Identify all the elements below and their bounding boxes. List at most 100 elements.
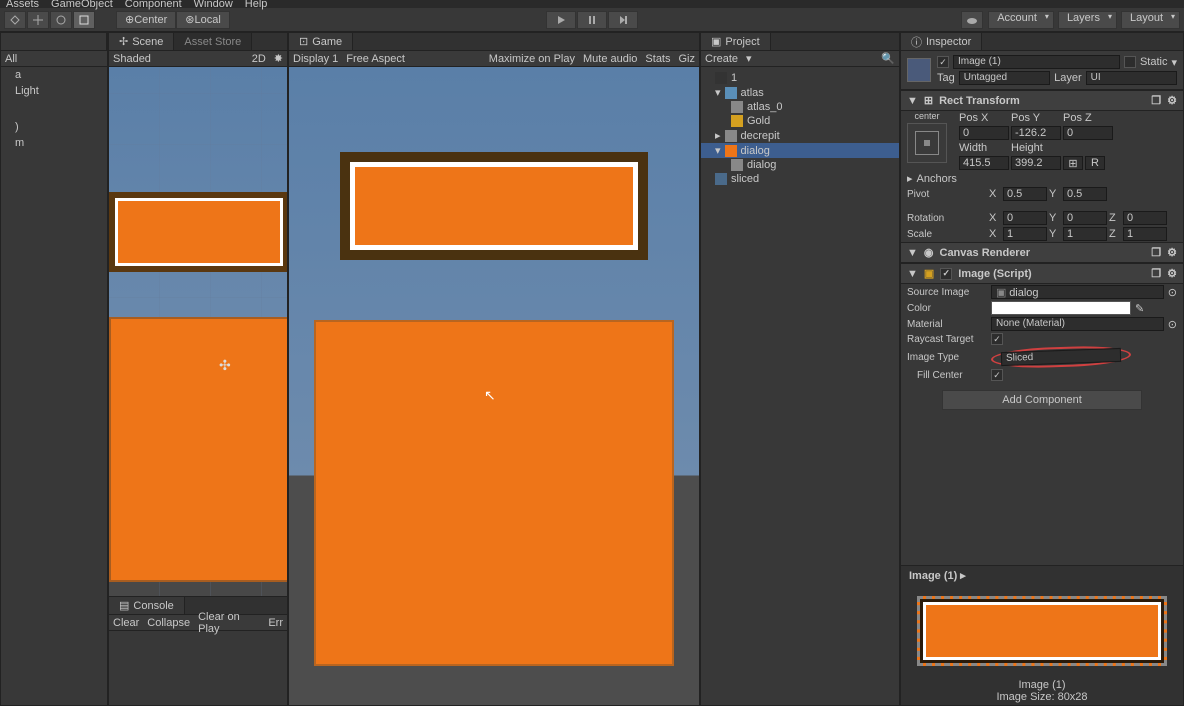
image-type-dropdown[interactable]: Sliced — [1001, 348, 1121, 366]
hierarchy-filter[interactable]: All — [5, 53, 17, 65]
rect-tool-button[interactable] — [73, 11, 95, 29]
raw-edit-button[interactable]: R — [1085, 156, 1105, 170]
name-field[interactable]: Image (1) — [953, 55, 1120, 69]
menu-window[interactable]: Window — [194, 0, 233, 10]
menu-gameobject[interactable]: GameObject — [51, 0, 113, 10]
image-script-header[interactable]: ▼▣Image (Script) ❐⚙ — [901, 263, 1183, 284]
rect-transform-header[interactable]: ▼⊞Rect Transform ❐⚙ — [901, 90, 1183, 111]
tree-item[interactable]: dialog — [701, 158, 899, 172]
pivot-center-button[interactable]: ⊕ Center — [116, 11, 176, 29]
layers-dropdown[interactable]: Layers — [1058, 11, 1117, 29]
tree-item[interactable]: 1 — [701, 71, 899, 85]
gear-icon[interactable]: ⚙ — [1167, 94, 1177, 107]
rot-z-field[interactable] — [1123, 211, 1167, 225]
gear-icon[interactable]: ⚙ — [1167, 267, 1177, 280]
add-component-button[interactable]: Add Component — [942, 390, 1142, 410]
scene-tab[interactable]: ✢Scene — [109, 33, 174, 50]
tree-item[interactable]: sliced — [701, 172, 899, 186]
help-icon[interactable]: ❐ — [1151, 267, 1161, 280]
aspect-dropdown[interactable]: Free Aspect — [346, 53, 405, 65]
static-checkbox[interactable] — [1124, 56, 1136, 68]
hierarchy-item[interactable]: ) — [1, 119, 107, 135]
width-field[interactable] — [959, 156, 1009, 170]
account-dropdown[interactable]: Account — [988, 11, 1054, 29]
cloud-button[interactable] — [961, 11, 983, 29]
material-field[interactable]: None (Material) — [991, 317, 1164, 331]
maximize-toggle[interactable]: Maximize on Play — [489, 53, 575, 65]
tree-item[interactable]: ▾dialog — [701, 143, 899, 158]
gameobject-icon[interactable] — [907, 58, 931, 82]
scene-object[interactable] — [109, 192, 287, 272]
2d-toggle[interactable]: 2D — [252, 53, 266, 65]
step-button[interactable] — [608, 11, 638, 29]
anchors-label[interactable]: Anchors — [917, 173, 957, 185]
search-icon[interactable]: 🔍 — [881, 52, 895, 65]
move-gizmo-icon[interactable]: ✣ — [219, 357, 231, 374]
hierarchy-item[interactable]: Light — [1, 83, 107, 99]
image-enabled-checkbox[interactable] — [940, 268, 952, 280]
tag-dropdown[interactable]: Untagged — [959, 71, 1050, 85]
menu-assets[interactable]: Assets — [6, 0, 39, 10]
scale-y-field[interactable] — [1063, 227, 1107, 241]
fill-center-checkbox[interactable] — [991, 369, 1003, 381]
posy-field[interactable] — [1011, 126, 1061, 140]
pivot-x-field[interactable] — [1003, 187, 1047, 201]
blueprint-button[interactable]: ⊞ — [1063, 156, 1083, 170]
game-tab[interactable]: ⊡Game — [289, 33, 353, 50]
move-tool-button[interactable] — [27, 11, 49, 29]
gear-icon[interactable]: ⚙ — [1167, 246, 1177, 259]
display-dropdown[interactable]: Display 1 — [293, 53, 338, 65]
gizmos-toggle[interactable]: Giz — [679, 53, 696, 65]
eyedropper-icon[interactable]: ✎ — [1135, 302, 1144, 315]
clear-button[interactable]: Clear — [113, 617, 139, 629]
mute-toggle[interactable]: Mute audio — [583, 53, 637, 65]
light-toggle[interactable]: ✸ — [274, 52, 283, 65]
layer-dropdown[interactable]: UI — [1086, 71, 1177, 85]
shaded-dropdown[interactable]: Shaded — [113, 53, 151, 65]
menu-help[interactable]: Help — [245, 0, 268, 10]
asset-store-tab[interactable]: Asset Store — [174, 33, 252, 50]
raycast-checkbox[interactable] — [991, 333, 1003, 345]
stats-toggle[interactable]: Stats — [645, 53, 670, 65]
pivot-local-button[interactable]: ⊛ Local — [176, 11, 230, 29]
hand-tool-button[interactable] — [4, 11, 26, 29]
hierarchy-item[interactable]: m — [1, 135, 107, 151]
posz-field[interactable] — [1063, 126, 1113, 140]
anchor-preset-button[interactable] — [907, 123, 947, 163]
posx-field[interactable] — [959, 126, 1009, 140]
layout-dropdown[interactable]: Layout — [1121, 11, 1180, 29]
help-icon[interactable]: ❐ — [1151, 94, 1161, 107]
pause-button[interactable] — [577, 11, 607, 29]
tree-item[interactable]: ▸decrepit — [701, 128, 899, 143]
pivot-y-field[interactable] — [1063, 187, 1107, 201]
inspector-tab[interactable]: ⓘInspector — [901, 33, 982, 50]
scale-z-field[interactable] — [1123, 227, 1167, 241]
clear-on-play-toggle[interactable]: Clear on Play — [198, 611, 260, 635]
hierarchy-item[interactable]: a — [1, 67, 107, 83]
tree-item[interactable]: ▾atlas — [701, 85, 899, 100]
source-image-field[interactable]: ▣ dialog — [991, 285, 1164, 299]
canvas-renderer-header[interactable]: ▼◉Canvas Renderer ❐⚙ — [901, 242, 1183, 263]
menu-component[interactable]: Component — [125, 0, 182, 10]
error-pause-toggle[interactable]: Err — [268, 617, 283, 629]
scale-x-field[interactable] — [1003, 227, 1047, 241]
collapse-toggle[interactable]: Collapse — [147, 617, 190, 629]
tree-item[interactable]: atlas_0 — [701, 100, 899, 114]
rot-y-field[interactable] — [1063, 211, 1107, 225]
play-button[interactable] — [546, 11, 576, 29]
help-icon[interactable]: ❐ — [1151, 246, 1161, 259]
active-checkbox[interactable] — [937, 56, 949, 68]
scene-object[interactable] — [109, 317, 287, 582]
tree-item[interactable]: Gold — [701, 114, 899, 128]
object-picker-icon[interactable]: ⊙ — [1168, 286, 1177, 299]
console-tab[interactable]: ▤Console — [109, 597, 185, 614]
hierarchy-tab[interactable] — [1, 33, 107, 50]
project-tab[interactable]: ▣Project — [701, 33, 771, 50]
tag-label: Tag — [937, 72, 955, 84]
color-field[interactable] — [991, 301, 1131, 315]
rotate-tool-button[interactable] — [50, 11, 72, 29]
rot-x-field[interactable] — [1003, 211, 1047, 225]
create-dropdown[interactable]: Create — [705, 53, 738, 65]
height-field[interactable] — [1011, 156, 1061, 170]
object-picker-icon[interactable]: ⊙ — [1168, 318, 1177, 331]
